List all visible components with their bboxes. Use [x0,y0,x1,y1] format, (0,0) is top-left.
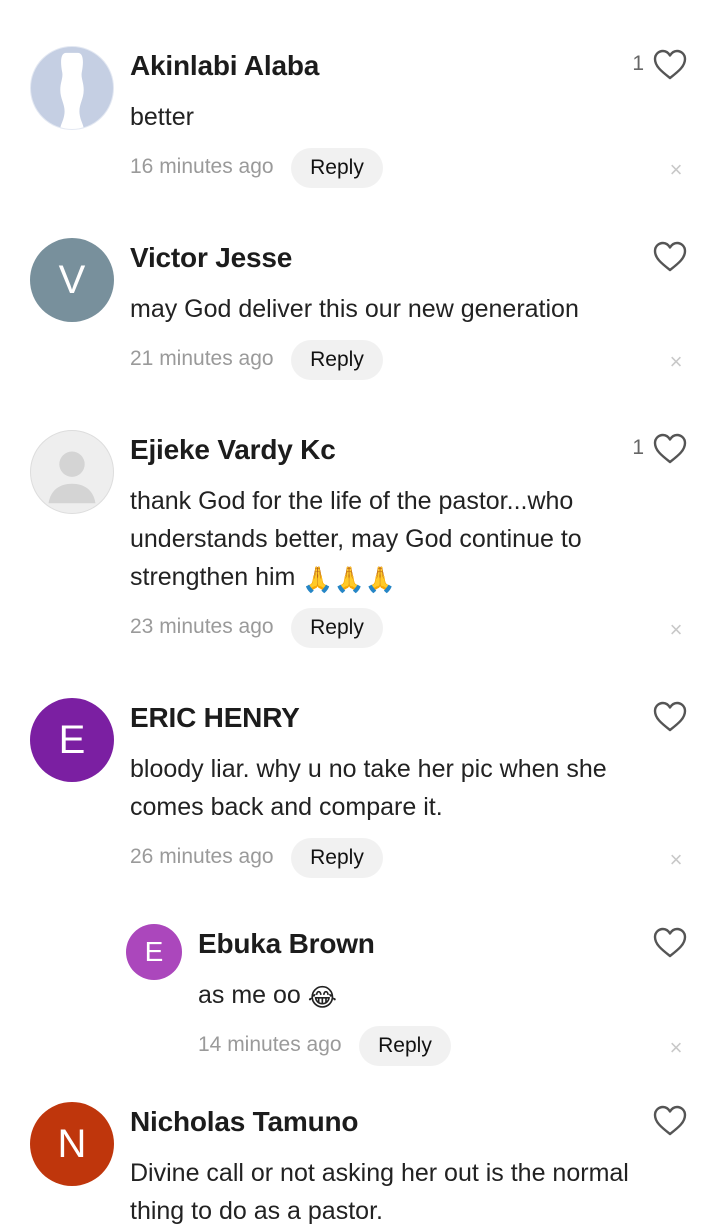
avatar[interactable]: N [30,1102,114,1186]
comment-item: N Nicholas Tamuno Divine call or not ask… [0,0,719,1227]
comments-list: Akinlabi Alaba better 16 minutes ago Rep… [0,0,719,1227]
comment-text-line: thing to do as a pastor. [130,1197,383,1225]
comment-text: Divine call or not asking her out is the… [130,1154,700,1227]
comment-text-line: Divine call or not asking her out is the… [130,1159,629,1187]
heart-outline-icon[interactable] [652,1104,688,1138]
comment-author[interactable]: Nicholas Tamuno [130,1106,358,1138]
avatar-letter: N [57,1121,87,1166]
